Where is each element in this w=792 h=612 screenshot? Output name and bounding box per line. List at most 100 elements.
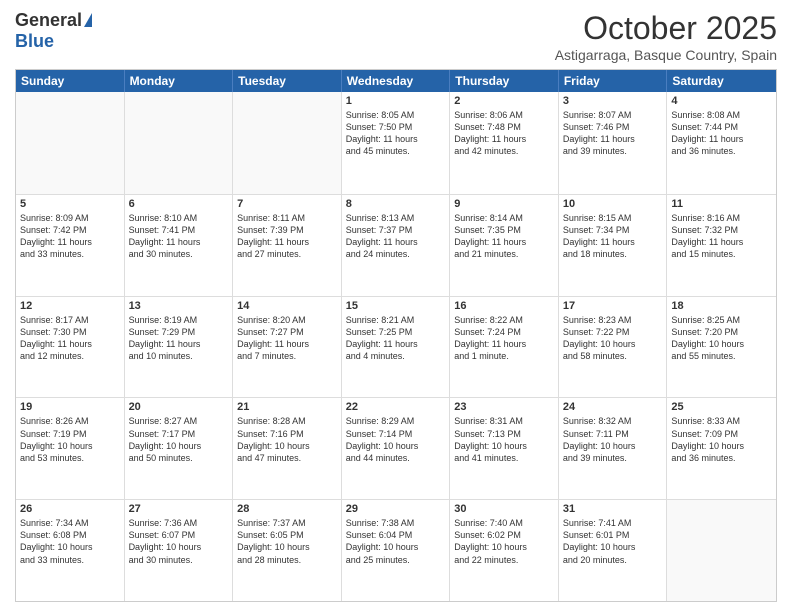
day-number: 8 [346,198,446,210]
calendar-week-4: 19Sunrise: 8:26 AM Sunset: 7:19 PM Dayli… [16,397,776,499]
calendar-cell: 8 Sunrise: 8:13 AM Sunset: 7:37 PM Daylig… [342,195,451,296]
day-details: Sunrise: 8:32 AM Sunset: 7:11 PM Dayligh… [563,415,663,464]
day-number: 5 [20,198,120,210]
calendar-cell [16,92,125,194]
logo-general: General [15,10,82,31]
day-number: 21 [237,401,337,413]
calendar-cell: 27 Sunrise: 7:36 AM Sunset: 6:07 PM Dayli… [125,500,234,601]
calendar-cell: 3 Sunrise: 8:07 AM Sunset: 7:46 PM Daylig… [559,92,668,194]
calendar-cell: 5 Sunrise: 8:09 AM Sunset: 7:42 PM Daylig… [16,195,125,296]
day-number: 29 [346,503,446,515]
day-number: 22 [346,401,446,413]
calendar-cell: 26Sunrise: 7:34 AM Sunset: 6:08 PM Dayli… [16,500,125,601]
calendar-cell: 18 Sunrise: 8:25 AM Sunset: 7:20 PM Dayli… [667,297,776,398]
day-details: Sunrise: 8:19 AM Sunset: 7:29 PM Dayligh… [129,314,229,363]
day-number: 9 [454,198,554,210]
day-number: 7 [237,198,337,210]
day-number: 23 [454,401,554,413]
day-details: Sunrise: 7:37 AM Sunset: 6:05 PM Dayligh… [237,517,337,566]
day-details: Sunrise: 8:28 AM Sunset: 7:16 PM Dayligh… [237,415,337,464]
day-details: Sunrise: 7:41 AM Sunset: 6:01 PM Dayligh… [563,517,663,566]
calendar-cell: 2Sunrise: 8:06 AM Sunset: 7:48 PM Daylig… [450,92,559,194]
day-details: Sunrise: 8:05 AM Sunset: 7:50 PM Dayligh… [346,109,446,158]
calendar-cell: 11 Sunrise: 8:16 AM Sunset: 7:32 PM Dayli… [667,195,776,296]
calendar-cell: 29 Sunrise: 7:38 AM Sunset: 6:04 PM Dayli… [342,500,451,601]
calendar-cell: 1 Sunrise: 8:05 AM Sunset: 7:50 PM Daylig… [342,92,451,194]
header-saturday: Saturday [667,70,776,92]
calendar-cell: 17 Sunrise: 8:23 AM Sunset: 7:22 PM Dayli… [559,297,668,398]
day-number: 18 [671,300,772,312]
logo: General Blue [15,10,92,52]
day-number: 24 [563,401,663,413]
day-details: Sunrise: 7:36 AM Sunset: 6:07 PM Dayligh… [129,517,229,566]
calendar-cell: 20Sunrise: 8:27 AM Sunset: 7:17 PM Dayli… [125,398,234,499]
day-number: 28 [237,503,337,515]
calendar-cell: 28 Sunrise: 7:37 AM Sunset: 6:05 PM Dayli… [233,500,342,601]
day-details: Sunrise: 8:14 AM Sunset: 7:35 PM Dayligh… [454,212,554,261]
header: General Blue October 2025 Astigarraga, B… [15,10,777,63]
day-details: Sunrise: 8:13 AM Sunset: 7:37 PM Dayligh… [346,212,446,261]
calendar-week-2: 5 Sunrise: 8:09 AM Sunset: 7:42 PM Daylig… [16,194,776,296]
day-number: 17 [563,300,663,312]
day-details: Sunrise: 8:08 AM Sunset: 7:44 PM Dayligh… [671,109,772,158]
title-block: October 2025 Astigarraga, Basque Country… [555,10,777,63]
month-title: October 2025 [555,10,777,47]
calendar-cell [667,500,776,601]
day-details: Sunrise: 8:23 AM Sunset: 7:22 PM Dayligh… [563,314,663,363]
calendar-cell: 14Sunrise: 8:20 AM Sunset: 7:27 PM Dayli… [233,297,342,398]
day-number: 4 [671,95,772,107]
page: General Blue October 2025 Astigarraga, B… [0,0,792,612]
day-number: 2 [454,95,554,107]
day-details: Sunrise: 8:15 AM Sunset: 7:34 PM Dayligh… [563,212,663,261]
day-number: 19 [20,401,120,413]
day-number: 31 [563,503,663,515]
calendar-cell: 21 Sunrise: 8:28 AM Sunset: 7:16 PM Dayli… [233,398,342,499]
calendar-header: Sunday Monday Tuesday Wednesday Thursday… [16,70,776,92]
day-details: Sunrise: 8:21 AM Sunset: 7:25 PM Dayligh… [346,314,446,363]
day-details: Sunrise: 8:11 AM Sunset: 7:39 PM Dayligh… [237,212,337,261]
calendar-cell: 9 Sunrise: 8:14 AM Sunset: 7:35 PM Daylig… [450,195,559,296]
header-wednesday: Wednesday [342,70,451,92]
calendar-body: 1 Sunrise: 8:05 AM Sunset: 7:50 PM Daylig… [16,92,776,601]
day-details: Sunrise: 8:20 AM Sunset: 7:27 PM Dayligh… [237,314,337,363]
header-monday: Monday [125,70,234,92]
calendar-week-1: 1 Sunrise: 8:05 AM Sunset: 7:50 PM Daylig… [16,92,776,194]
day-details: Sunrise: 8:31 AM Sunset: 7:13 PM Dayligh… [454,415,554,464]
day-number: 15 [346,300,446,312]
calendar-cell: 16 Sunrise: 8:22 AM Sunset: 7:24 PM Dayli… [450,297,559,398]
day-details: Sunrise: 7:40 AM Sunset: 6:02 PM Dayligh… [454,517,554,566]
day-details: Sunrise: 7:38 AM Sunset: 6:04 PM Dayligh… [346,517,446,566]
day-details: Sunrise: 8:07 AM Sunset: 7:46 PM Dayligh… [563,109,663,158]
calendar-cell: 4 Sunrise: 8:08 AM Sunset: 7:44 PM Daylig… [667,92,776,194]
header-friday: Friday [559,70,668,92]
day-number: 1 [346,95,446,107]
day-number: 11 [671,198,772,210]
calendar: Sunday Monday Tuesday Wednesday Thursday… [15,69,777,602]
day-number: 12 [20,300,120,312]
day-number: 3 [563,95,663,107]
calendar-cell: 24 Sunrise: 8:32 AM Sunset: 7:11 PM Dayli… [559,398,668,499]
logo-triangle-icon [84,13,92,27]
header-sunday: Sunday [16,70,125,92]
calendar-cell: 30Sunrise: 7:40 AM Sunset: 6:02 PM Dayli… [450,500,559,601]
calendar-cell: 22Sunrise: 8:29 AM Sunset: 7:14 PM Dayli… [342,398,451,499]
day-details: Sunrise: 8:16 AM Sunset: 7:32 PM Dayligh… [671,212,772,261]
day-details: Sunrise: 8:09 AM Sunset: 7:42 PM Dayligh… [20,212,120,261]
day-number: 6 [129,198,229,210]
calendar-cell: 31 Sunrise: 7:41 AM Sunset: 6:01 PM Dayli… [559,500,668,601]
day-details: Sunrise: 8:10 AM Sunset: 7:41 PM Dayligh… [129,212,229,261]
day-number: 16 [454,300,554,312]
day-details: Sunrise: 8:17 AM Sunset: 7:30 PM Dayligh… [20,314,120,363]
calendar-cell: 25Sunrise: 8:33 AM Sunset: 7:09 PM Dayli… [667,398,776,499]
calendar-cell [125,92,234,194]
calendar-cell: 10 Sunrise: 8:15 AM Sunset: 7:34 PM Dayli… [559,195,668,296]
day-details: Sunrise: 8:27 AM Sunset: 7:17 PM Dayligh… [129,415,229,464]
day-details: Sunrise: 8:22 AM Sunset: 7:24 PM Dayligh… [454,314,554,363]
calendar-cell: 19Sunrise: 8:26 AM Sunset: 7:19 PM Dayli… [16,398,125,499]
day-number: 10 [563,198,663,210]
day-number: 13 [129,300,229,312]
day-number: 26 [20,503,120,515]
day-details: Sunrise: 8:25 AM Sunset: 7:20 PM Dayligh… [671,314,772,363]
day-number: 27 [129,503,229,515]
day-details: Sunrise: 8:33 AM Sunset: 7:09 PM Dayligh… [671,415,772,464]
